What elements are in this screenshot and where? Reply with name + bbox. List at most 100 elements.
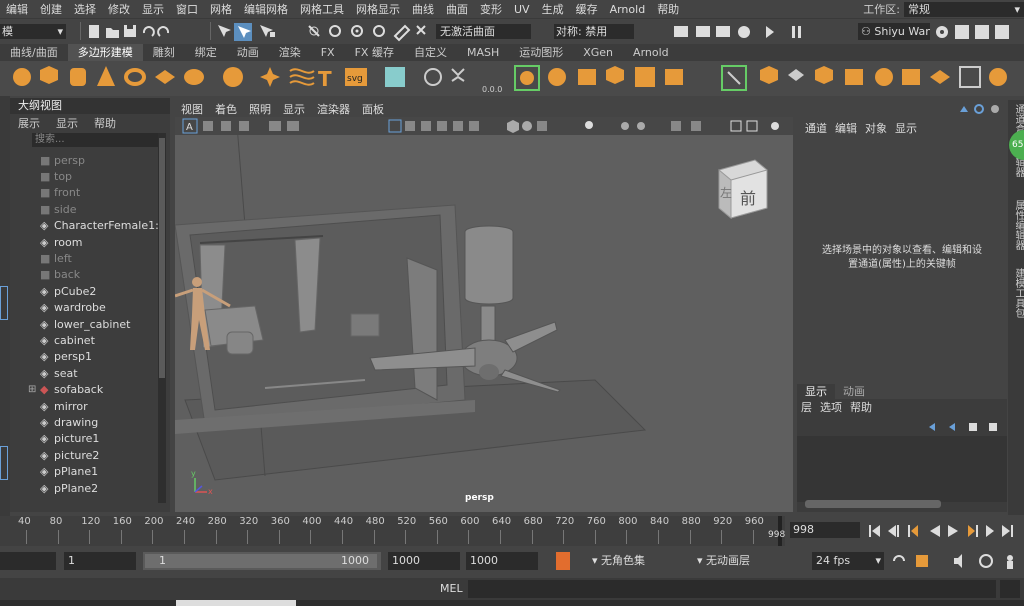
- light-bulb-icon[interactable]: [585, 121, 593, 129]
- cylinder-icon[interactable]: [70, 68, 86, 86]
- xray-icon[interactable]: [730, 120, 742, 132]
- sphere-shade-icon[interactable]: [522, 121, 532, 131]
- viewport-menu-item[interactable]: 着色: [209, 101, 243, 117]
- extrude-icon[interactable]: [578, 69, 596, 85]
- select-object-icon[interactable]: [234, 23, 252, 41]
- shelf-tab[interactable]: 运动图形: [509, 44, 573, 61]
- svg-icon[interactable]: svg: [345, 68, 367, 86]
- step-forward-frame-icon[interactable]: [968, 525, 978, 537]
- snap-point-icon[interactable]: [351, 25, 363, 37]
- outliner-item[interactable]: ◈ lower_cabinet: [10, 316, 130, 332]
- viewport-menu-item[interactable]: 显示: [277, 101, 311, 117]
- outliner-item[interactable]: ⊞ ◆ sofaback: [10, 382, 103, 398]
- step-forward-key-icon[interactable]: [986, 525, 994, 537]
- menu-item[interactable]: 曲线: [406, 1, 440, 17]
- menu-item[interactable]: 窗口: [170, 1, 204, 17]
- sphere-icon[interactable]: [13, 68, 31, 86]
- disk-icon[interactable]: [184, 69, 204, 85]
- anti-alias-icon[interactable]: [671, 121, 681, 131]
- image-plane-icon[interactable]: [239, 121, 249, 131]
- symmetry-field[interactable]: 对称: 禁用: [554, 24, 634, 39]
- outliner-item[interactable]: ◈ mirror: [10, 398, 88, 414]
- cube-shade-icon[interactable]: [507, 120, 519, 133]
- smooth-icon[interactable]: [514, 65, 540, 91]
- mirror-icon[interactable]: [665, 69, 683, 85]
- menu-item[interactable]: 网格: [204, 1, 238, 17]
- auto-key-icon[interactable]: [556, 552, 570, 570]
- bridge-icon[interactable]: [606, 66, 624, 84]
- current-frame-field[interactable]: 998: [790, 522, 860, 538]
- mode-dropdown[interactable]: 模 ▾: [0, 24, 66, 39]
- quad-draw-icon[interactable]: [902, 69, 920, 85]
- shelf-tab[interactable]: Arnold: [623, 44, 679, 61]
- shelf-tab[interactable]: 自定义: [404, 44, 457, 61]
- refresh-icon[interactable]: [974, 104, 984, 114]
- outliner-item[interactable]: ◈ room: [10, 234, 82, 250]
- merge-icon[interactable]: [760, 66, 778, 84]
- playback-start-field[interactable]: 1: [64, 552, 136, 570]
- step-back-frame-icon[interactable]: [908, 525, 918, 537]
- helix-icon[interactable]: [289, 68, 315, 86]
- settings-icon[interactable]: [991, 105, 999, 113]
- time-ruler[interactable]: 40 80 120 160 200 240 280 320 360 400 440 480 520 560…: [0, 516, 785, 546]
- superellipse-icon[interactable]: [260, 67, 280, 87]
- channel-box-icon[interactable]: [975, 25, 989, 39]
- outliner-item[interactable]: ◈ pPlane2: [10, 480, 98, 496]
- anim-layer-field[interactable]: ▾ 无动画层: [697, 552, 793, 570]
- channel-menu-item[interactable]: 编辑: [831, 120, 861, 136]
- playback-end-field[interactable]: 1000: [388, 552, 460, 570]
- range-slider-handle[interactable]: 1 1000: [145, 554, 377, 568]
- move-layer-up-icon[interactable]: [929, 423, 935, 431]
- smooth-shade-icon[interactable]: [405, 121, 415, 131]
- shelf-tab[interactable]: FX 缓存: [345, 44, 404, 61]
- snap-view-icon[interactable]: [373, 25, 385, 37]
- torus-icon[interactable]: [124, 68, 146, 86]
- shelf-tab[interactable]: 曲线/曲面: [0, 44, 68, 61]
- outliner-menu-item[interactable]: 帮助: [86, 115, 124, 131]
- user-account-button[interactable]: ⚇ Shiyu Wang: [858, 23, 930, 40]
- channel-menu-item[interactable]: 显示: [891, 120, 921, 136]
- outliner-menu-item[interactable]: 展示: [10, 115, 48, 131]
- combine-icon[interactable]: [424, 68, 442, 86]
- ambient-occlusion-icon[interactable]: [621, 122, 629, 130]
- outliner-item[interactable]: ■ top: [10, 168, 72, 184]
- outliner-item[interactable]: ■ back: [10, 267, 80, 283]
- viewport-menu-item[interactable]: 照明: [243, 101, 277, 117]
- type-icon[interactable]: [385, 67, 405, 87]
- new-layer-icon[interactable]: [969, 423, 977, 431]
- menu-item[interactable]: 变形: [474, 1, 508, 17]
- uv-icon[interactable]: [721, 65, 747, 91]
- new-layer-selected-icon[interactable]: [989, 423, 997, 431]
- snap-grid-icon[interactable]: [308, 25, 320, 37]
- snap-surface-icon[interactable]: [393, 24, 411, 42]
- gear-icon[interactable]: [936, 26, 948, 38]
- scene-start-field[interactable]: [0, 552, 56, 570]
- outliner-item[interactable]: ■ side: [10, 201, 77, 217]
- shelf-tab[interactable]: MASH: [457, 44, 509, 61]
- select-hierarchy-icon[interactable]: [218, 25, 231, 37]
- go-to-end-icon[interactable]: [1002, 525, 1013, 537]
- gear-icon[interactable]: [771, 122, 779, 130]
- toolbox-button[interactable]: [0, 286, 8, 320]
- go-to-start-icon[interactable]: [869, 525, 880, 537]
- menu-item[interactable]: 选择: [68, 1, 102, 17]
- outliner-scrollbar[interactable]: [158, 133, 166, 503]
- pause-icon[interactable]: [792, 26, 801, 38]
- outliner-item[interactable]: ◈ pPlane1: [10, 464, 98, 480]
- undo-icon[interactable]: [142, 26, 155, 37]
- move-layer-down-icon[interactable]: [949, 423, 955, 431]
- outliner-item[interactable]: ◈ picture1: [10, 431, 99, 447]
- resolution-gate-icon[interactable]: [287, 121, 299, 131]
- render-icon[interactable]: [674, 26, 688, 37]
- channel-menu-item[interactable]: 对象: [861, 120, 891, 136]
- viewport-menu-item[interactable]: 视图: [175, 101, 209, 117]
- layer-menu-item[interactable]: 帮助: [846, 399, 876, 415]
- layer-menu-item[interactable]: 层: [797, 399, 816, 415]
- hypershade-icon[interactable]: [738, 26, 750, 38]
- texture-shade-icon[interactable]: [537, 121, 547, 131]
- isolate-select-icon[interactable]: [691, 121, 701, 131]
- bevel-icon[interactable]: [548, 68, 566, 86]
- range-slider[interactable]: 1 1000: [143, 552, 381, 570]
- play-icon[interactable]: [766, 26, 774, 38]
- character-set-field[interactable]: ▾ 无角色集: [592, 552, 688, 570]
